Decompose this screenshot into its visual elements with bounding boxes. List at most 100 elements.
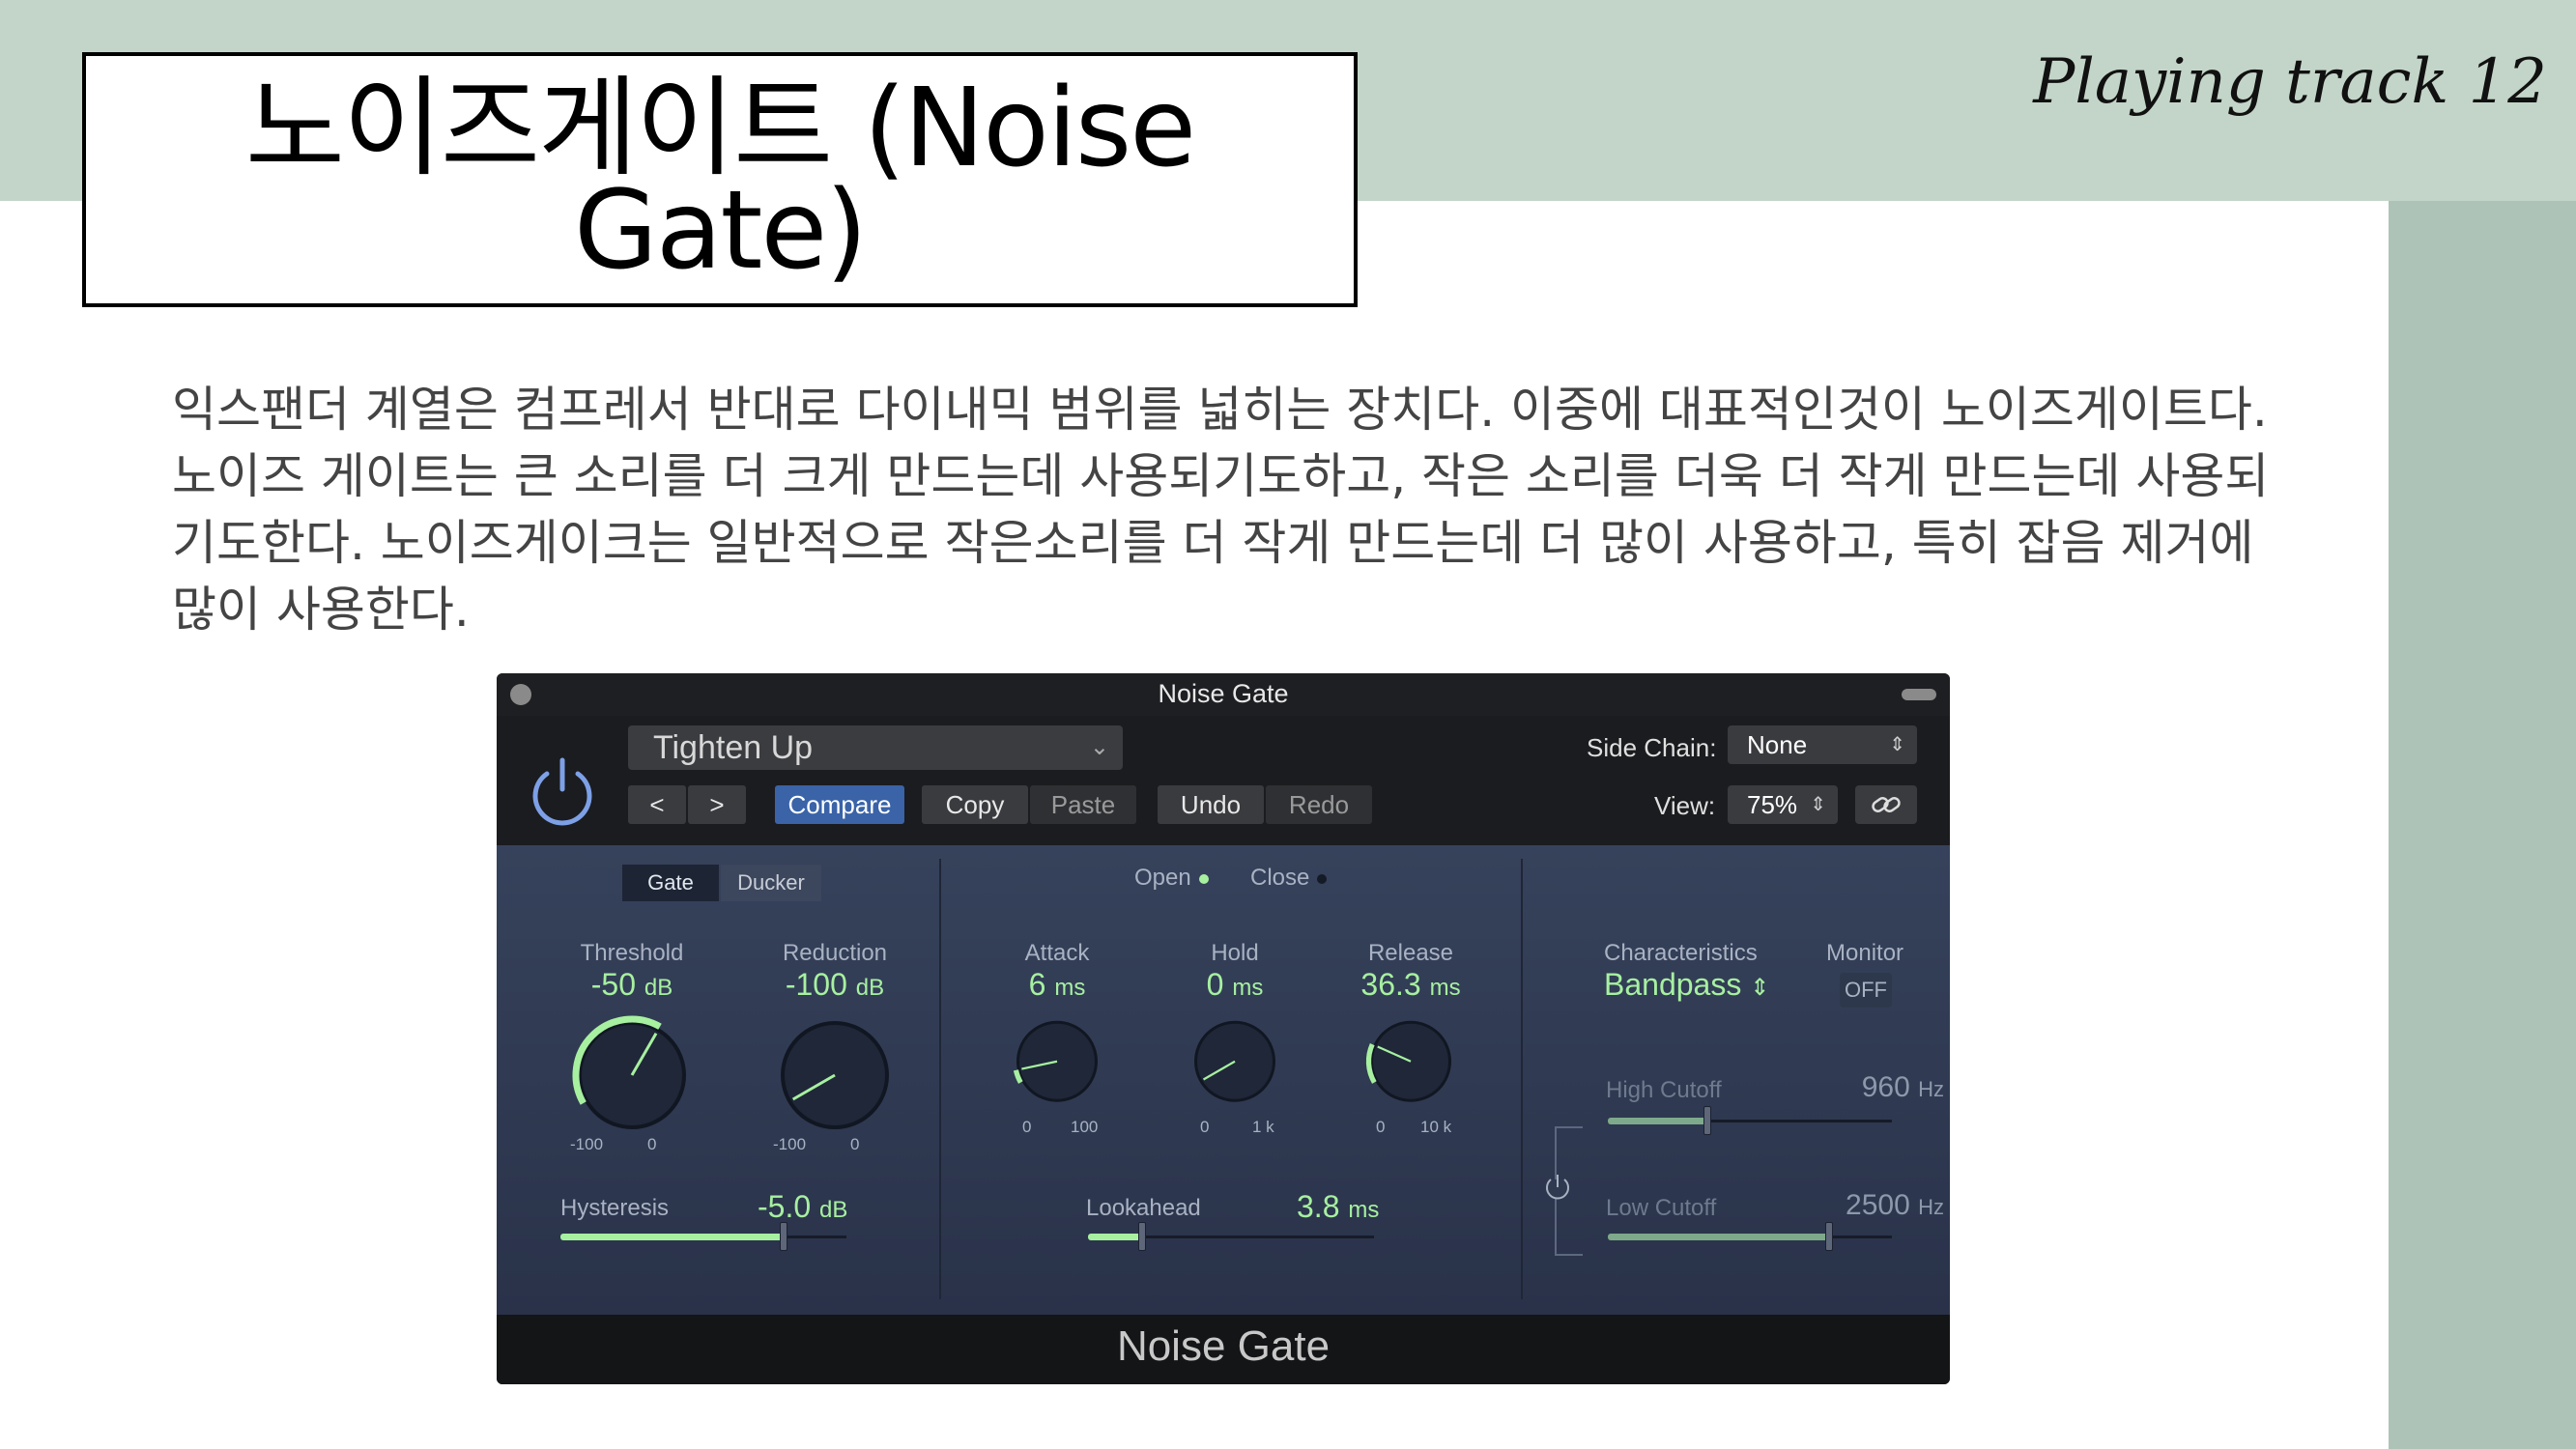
copy-button[interactable]: Copy	[922, 785, 1028, 824]
release-value[interactable]: 36.3 ms	[1324, 967, 1498, 1003]
up-down-arrows-icon: ⇕	[1750, 975, 1770, 1001]
release-unit: ms	[1429, 975, 1461, 1001]
gate-mode-button[interactable]: Gate	[622, 865, 719, 901]
slide-title: 노이즈게이트 (Noise Gate)	[244, 66, 1196, 294]
ducker-mode-button[interactable]: Ducker	[721, 865, 821, 901]
up-down-arrows-icon: ⇕	[1810, 794, 1826, 815]
side-chain-value: None	[1747, 730, 1808, 759]
view-label: View:	[1654, 791, 1716, 820]
threshold-value[interactable]: -50 dB	[545, 967, 719, 1003]
title-box: 노이즈게이트 (Noise Gate)	[82, 52, 1358, 307]
reduction-knob[interactable]	[758, 1006, 912, 1151]
slider-handle[interactable]	[1703, 1106, 1711, 1135]
side-chain-label: Side Chain:	[1587, 733, 1717, 762]
reduction-label: Reduction	[782, 940, 888, 966]
slider-handle[interactable]	[780, 1222, 787, 1251]
release-knob[interactable]	[1353, 1008, 1469, 1120]
hold-knob[interactable]	[1177, 1008, 1293, 1120]
characteristics-label: Characteristics	[1604, 940, 1758, 966]
low-cutoff-number: 2500	[1846, 1189, 1910, 1221]
high-cutoff-label: High Cutoff	[1606, 1077, 1722, 1103]
threshold-knob[interactable]	[555, 1006, 709, 1151]
paste-button[interactable]: Paste	[1030, 785, 1136, 824]
plugin-window-title: Noise Gate	[1158, 679, 1289, 708]
release-number: 36.3	[1360, 967, 1421, 1002]
redo-button[interactable]: Redo	[1266, 785, 1372, 824]
attack-label: Attack	[1024, 940, 1090, 966]
window-resize-icon[interactable]	[1902, 689, 1936, 700]
hysteresis-value[interactable]: -5.0 dB	[758, 1189, 847, 1225]
hysteresis-number: -5.0	[758, 1189, 812, 1224]
monitor-toggle[interactable]: OFF	[1840, 973, 1892, 1008]
attack-max-tick: 100	[1071, 1118, 1099, 1136]
threshold-min-tick: -100	[570, 1135, 604, 1153]
reduction-min-tick: -100	[773, 1135, 807, 1153]
preset-dropdown[interactable]: Tighten Up ⌄	[628, 725, 1123, 770]
slide-body-text: 익스팬더 계열은 컴프레서 반대로 다이내믹 범위를 넓히는 장치다. 이중에 …	[172, 382, 2270, 638]
slider-fill	[560, 1234, 784, 1240]
preset-name: Tighten Up	[653, 729, 814, 766]
corner-note: Playing track 12	[2033, 46, 2547, 118]
hold-number: 0	[1206, 967, 1224, 1002]
lookahead-label: Lookahead	[1086, 1195, 1201, 1221]
low-cutoff-unit: Hz	[1918, 1195, 1944, 1219]
power-icon[interactable]	[526, 754, 599, 828]
hold-unit: ms	[1232, 975, 1264, 1001]
previous-preset-button[interactable]: <	[628, 785, 686, 824]
threshold-max-tick: 0	[647, 1135, 657, 1153]
compare-button[interactable]: Compare	[775, 785, 904, 824]
slider-fill	[1608, 1234, 1829, 1240]
open-label: Open	[1134, 865, 1191, 891]
chevron-down-icon: ⌄	[1089, 734, 1109, 760]
threshold-unit: dB	[644, 975, 673, 1001]
attack-knob[interactable]	[999, 1008, 1115, 1120]
plugin-footer: Noise Gate	[497, 1315, 1950, 1384]
release-label: Release	[1367, 940, 1454, 966]
attack-number: 6	[1028, 967, 1046, 1002]
view-zoom-value: 75%	[1747, 790, 1798, 819]
undo-button[interactable]: Undo	[1158, 785, 1264, 824]
hold-min-tick: 0	[1200, 1118, 1210, 1136]
slider-fill	[1088, 1234, 1142, 1240]
plugin-header: Tighten Up ⌄ < > Compare Copy Paste Undo…	[497, 716, 1950, 845]
section-divider	[939, 859, 941, 1299]
slider-fill	[1608, 1118, 1707, 1124]
filter-power-icon[interactable]	[1542, 1170, 1573, 1205]
lookahead-slider[interactable]	[1088, 1222, 1374, 1251]
hold-max-tick: 1 k	[1252, 1118, 1274, 1136]
threshold-label: Threshold	[580, 940, 684, 966]
monitor-label: Monitor	[1826, 940, 1904, 966]
slider-handle[interactable]	[1825, 1222, 1833, 1251]
side-chain-select[interactable]: None ⇕	[1728, 725, 1917, 764]
slider-handle[interactable]	[1138, 1222, 1146, 1251]
hysteresis-slider[interactable]	[560, 1222, 846, 1251]
reduction-number: -100	[785, 967, 847, 1002]
close-label: Close	[1250, 865, 1310, 891]
link-icon	[1872, 797, 1901, 812]
hysteresis-unit: dB	[819, 1197, 848, 1223]
attack-min-tick: 0	[1022, 1118, 1032, 1136]
next-preset-button[interactable]: >	[688, 785, 746, 824]
low-cutoff-value[interactable]: 2500 Hz	[1789, 1189, 1944, 1222]
high-cutoff-value[interactable]: 960 Hz	[1809, 1071, 1944, 1104]
lookahead-unit: ms	[1348, 1197, 1380, 1223]
plugin-footer-title: Noise Gate	[1116, 1322, 1331, 1370]
hold-label: Hold	[1211, 940, 1259, 966]
attack-value[interactable]: 6 ms	[989, 967, 1125, 1003]
hold-value[interactable]: 0 ms	[1167, 967, 1302, 1003]
low-cutoff-slider[interactable]	[1608, 1222, 1892, 1251]
reduction-value[interactable]: -100 dB	[748, 967, 922, 1003]
threshold-number: -50	[590, 967, 636, 1002]
characteristics-select[interactable]: Bandpass ⇕	[1604, 967, 1769, 1003]
reduction-max-tick: 0	[850, 1135, 860, 1153]
close-led-icon	[1317, 873, 1328, 884]
reduction-unit: dB	[855, 975, 885, 1001]
release-min-tick: 0	[1376, 1118, 1386, 1136]
lookahead-value[interactable]: 3.8 ms	[1297, 1189, 1379, 1225]
plugin-main-panel: Gate Ducker Threshold -50 dB -100 0 Redu…	[497, 845, 1950, 1315]
view-zoom-select[interactable]: 75% ⇕	[1728, 785, 1838, 824]
link-button[interactable]	[1855, 785, 1917, 824]
hysteresis-label: Hysteresis	[560, 1195, 670, 1221]
high-cutoff-slider[interactable]	[1608, 1106, 1892, 1135]
release-max-tick: 10 k	[1420, 1118, 1452, 1136]
